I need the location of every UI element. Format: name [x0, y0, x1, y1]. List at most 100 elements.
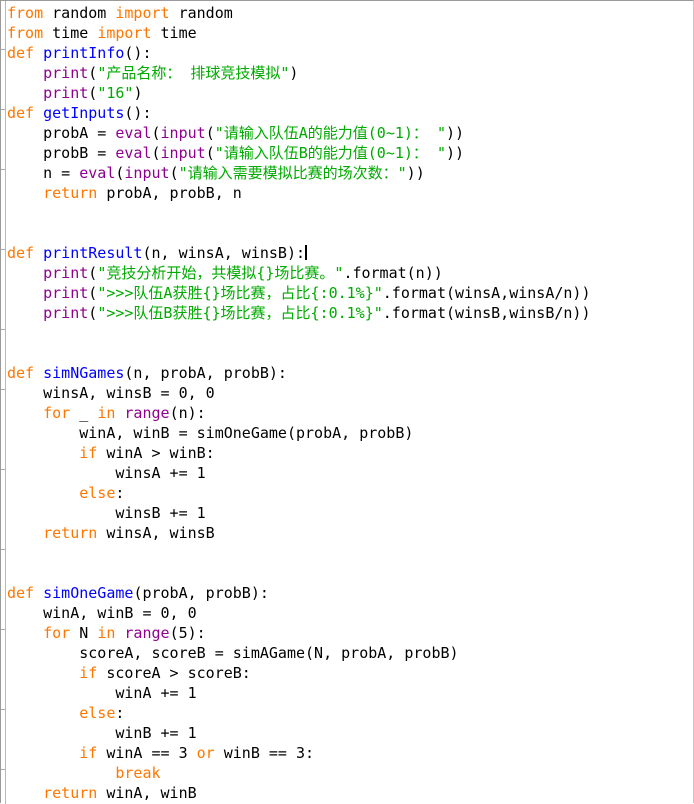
code-line[interactable]: print("16") [7, 83, 693, 103]
code-line[interactable]: print("产品名称： 排球竞技模拟") [7, 63, 693, 83]
code-token-plain: winsA, winsB = 0, 0 [7, 384, 215, 402]
gutter-tick [1, 109, 5, 110]
code-token-kw: def [7, 104, 35, 122]
code-token-plain: probA = [7, 124, 116, 142]
code-line[interactable]: break [7, 763, 693, 783]
code-token-def: simOneGame [43, 584, 134, 602]
code-line[interactable]: winsB += 1 [7, 503, 693, 523]
code-token-str: "16" [97, 84, 134, 102]
code-token-kw: import [97, 24, 152, 42]
code-token-plain: (probA, probB): [133, 584, 269, 602]
code-line[interactable] [7, 223, 693, 243]
code-token-plain: n = [7, 164, 80, 182]
code-token-plain: random [169, 4, 233, 22]
code-line[interactable]: print(">>>队伍B获胜{}场比赛，占比{:0.1%}".format(w… [7, 303, 693, 323]
code-token-def: printResult [43, 244, 143, 262]
code-line[interactable]: winsA += 1 [7, 463, 693, 483]
code-token-kw: in [97, 404, 116, 422]
code-token-plain: winsB += 1 [7, 504, 206, 522]
code-token-str: ">>>队伍A获胜{}场比赛，占比{:0.1%}" [97, 284, 383, 302]
code-line[interactable]: scoreA, scoreB = simAGame(N, probA, prob… [7, 643, 693, 663]
code-line[interactable]: def printResult(n, winsA, winsB): [7, 243, 693, 263]
code-line[interactable]: if scoreA > scoreB: [7, 663, 693, 683]
code-line[interactable] [7, 203, 693, 223]
code-line[interactable]: winA, winB = 0, 0 [7, 603, 693, 623]
code-token-builtin: range [124, 404, 170, 422]
code-token-plain: : [115, 484, 125, 502]
code-token-plain: (n): [169, 404, 206, 422]
code-token-plain: probB = [7, 144, 116, 162]
code-token-plain: time [43, 24, 98, 42]
code-token-builtin: print [43, 284, 89, 302]
code-line[interactable]: print("竞技分析开始，共模拟{}场比赛。".format(n)) [7, 263, 693, 283]
code-line[interactable]: for N in range(5): [7, 623, 693, 643]
code-token-plain: winA, winB = 0, 0 [7, 604, 197, 622]
code-line[interactable]: if winA == 3 or winB == 3: [7, 743, 693, 763]
code-line[interactable]: probB = eval(input("请输入队伍B的能力值(0~1)： ")) [7, 143, 693, 163]
code-token-kw: return [43, 524, 98, 542]
code-line[interactable]: for _ in range(n): [7, 403, 693, 423]
gutter-tick [1, 549, 5, 550]
code-token-plain: winsA, winsB [97, 524, 215, 542]
code-line[interactable] [7, 343, 693, 363]
code-token-kw: def [7, 244, 35, 262]
code-line[interactable]: def printInfo(): [7, 43, 693, 63]
code-token-builtin: print [43, 64, 89, 82]
code-line[interactable]: winA, winB = simOneGame(probA, probB) [7, 423, 693, 443]
code-token-plain: )) [406, 164, 425, 182]
text-caret [305, 245, 308, 260]
code-token-kw: from [7, 4, 44, 22]
code-line[interactable]: if winA > winB: [7, 443, 693, 463]
code-token-plain: ) [289, 64, 299, 82]
gutter-tick [1, 709, 5, 710]
code-editor-window: from random import random from time impor… [0, 0, 694, 804]
code-token-str: "请输入需要模拟比赛的场次数：" [178, 164, 407, 182]
code-token-plain: random [43, 4, 116, 22]
code-text-area[interactable]: from random import random from time impor… [7, 1, 693, 803]
code-line[interactable] [7, 563, 693, 583]
code-token-kw: else [79, 704, 116, 722]
code-token-str: "请输入队伍A的能力值(0~1)： " [214, 124, 446, 142]
code-token-plain: (5): [169, 624, 206, 642]
code-token-builtin: input [160, 144, 206, 162]
code-token-builtin: eval [79, 164, 116, 182]
code-line[interactable]: from time import time [7, 23, 693, 43]
gutter-tick [1, 389, 5, 390]
code-line[interactable]: from random import random [7, 3, 693, 23]
code-token-plain: ( [205, 144, 215, 162]
code-line[interactable]: return winA, winB [7, 783, 693, 803]
code-token-builtin: input [124, 164, 170, 182]
code-line[interactable]: def getInputs(): [7, 103, 693, 123]
code-token-def: simNGames [43, 364, 125, 382]
code-token-kw: if [79, 444, 98, 462]
code-line[interactable] [7, 323, 693, 343]
code-token-kw: for [43, 624, 71, 642]
code-line[interactable]: n = eval(input("请输入需要模拟比赛的场次数：")) [7, 163, 693, 183]
code-line[interactable] [7, 543, 693, 563]
code-token-plain: (n, probA, probB): [124, 364, 287, 382]
code-line[interactable]: return probA, probB, n [7, 183, 693, 203]
code-line[interactable]: probA = eval(input("请输入队伍A的能力值(0~1)： ")) [7, 123, 693, 143]
code-line[interactable]: else: [7, 703, 693, 723]
code-line[interactable]: winsA, winsB = 0, 0 [7, 383, 693, 403]
code-line[interactable]: return winsA, winsB [7, 523, 693, 543]
code-line[interactable]: def simNGames(n, probA, probB): [7, 363, 693, 383]
code-token-plain: ( [88, 84, 98, 102]
code-token-plain: scoreA, scoreB = simAGame(N, probA, prob… [7, 644, 459, 662]
code-token-builtin: range [124, 624, 170, 642]
code-token-builtin: input [160, 124, 206, 142]
code-line[interactable]: winB += 1 [7, 723, 693, 743]
code-token-str: "竞技分析开始，共模拟{}场比赛。" [97, 264, 344, 282]
code-token-builtin: print [43, 84, 89, 102]
code-line[interactable]: else: [7, 483, 693, 503]
code-line[interactable]: winA += 1 [7, 683, 693, 703]
code-line[interactable]: print(">>>队伍A获胜{}场比赛，占比{:0.1%}".format(w… [7, 283, 693, 303]
code-line[interactable]: def simOneGame(probA, probB): [7, 583, 693, 603]
